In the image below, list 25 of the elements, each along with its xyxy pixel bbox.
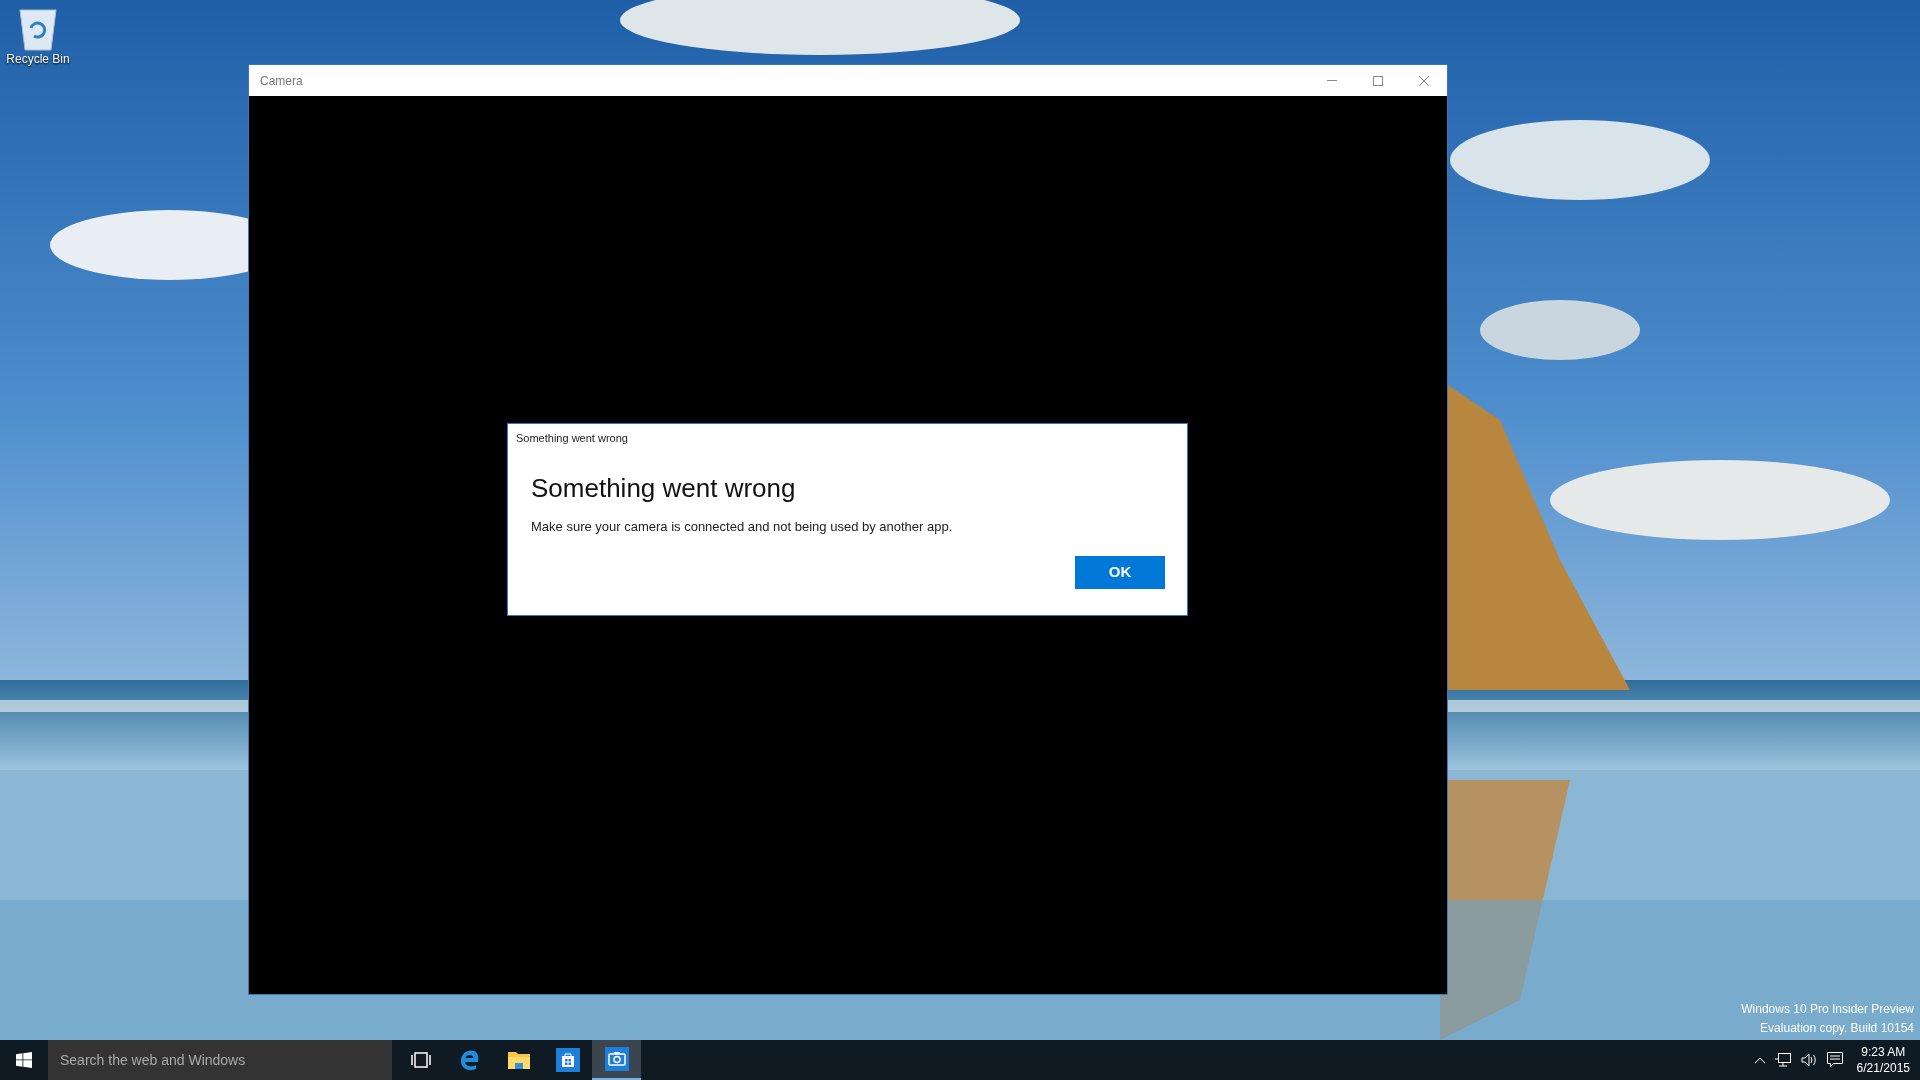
search-field[interactable]: Search the web and Windows (48, 1040, 392, 1080)
window-title: Camera (260, 72, 303, 90)
maximize-icon (1373, 75, 1383, 86)
build-watermark-text: Evaluation copy. Build 10154 (1760, 1020, 1914, 1037)
clock-date: 6/21/2015 (1856, 1060, 1910, 1076)
dialog-message: Make sure your camera is connected and not being used by another app. (531, 517, 954, 536)
notification-icon[interactable] (1826, 1052, 1843, 1068)
folder-icon (506, 1050, 531, 1070)
ok-button[interactable]: OK (1075, 556, 1165, 589)
camera-icon (604, 1047, 629, 1071)
chevron-up-icon[interactable] (1754, 1057, 1765, 1063)
volume-icon[interactable] (1800, 1053, 1817, 1067)
clock[interactable]: 9:23 AM 6/21/2015 (1852, 1044, 1914, 1076)
dialog-heading: Something went wrong (531, 474, 797, 501)
store-icon (555, 1048, 580, 1072)
task-view-icon (410, 1052, 431, 1068)
build-watermark-text: Windows 10 Pro Insider Preview (1741, 1001, 1914, 1018)
desktop-icon-label: Recycle Bin (6, 52, 70, 67)
dialog-caption: Something went wrong (516, 431, 629, 446)
windows-logo-icon (16, 1052, 32, 1068)
minimize-icon (1327, 80, 1337, 81)
clock-time: 9:23 AM (1861, 1044, 1906, 1060)
network-icon[interactable] (1774, 1053, 1791, 1067)
taskbar-app-button[interactable] (592, 1040, 641, 1080)
close-icon (1419, 75, 1429, 86)
